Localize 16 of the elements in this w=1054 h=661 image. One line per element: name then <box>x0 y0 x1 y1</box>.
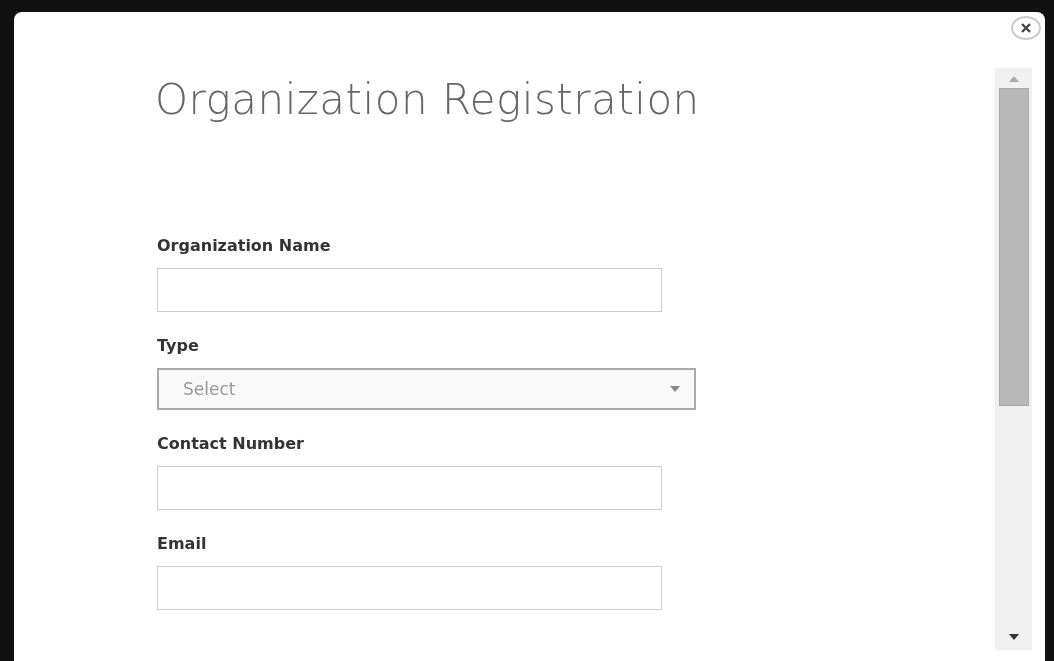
close-button[interactable] <box>1011 16 1041 40</box>
scroll-up-icon[interactable] <box>1008 76 1019 82</box>
input-field[interactable] <box>157 566 662 610</box>
scroll-thumb[interactable] <box>998 88 1029 406</box>
dialog-title: Organization Registration <box>155 74 701 126</box>
input-field[interactable] <box>157 466 662 510</box>
field-label: Organization Name <box>157 236 331 256</box>
select-dropdown[interactable]: Select <box>157 368 696 410</box>
field-label: Email <box>157 534 207 554</box>
field-label: Type <box>157 336 199 356</box>
scrollbar[interactable] <box>995 68 1032 650</box>
scroll-down-icon[interactable] <box>1008 634 1019 640</box>
caret-icon <box>670 386 680 392</box>
close-icon <box>1020 23 1032 33</box>
input-field[interactable] <box>157 268 662 312</box>
field-label: Contact Number <box>157 434 304 454</box>
